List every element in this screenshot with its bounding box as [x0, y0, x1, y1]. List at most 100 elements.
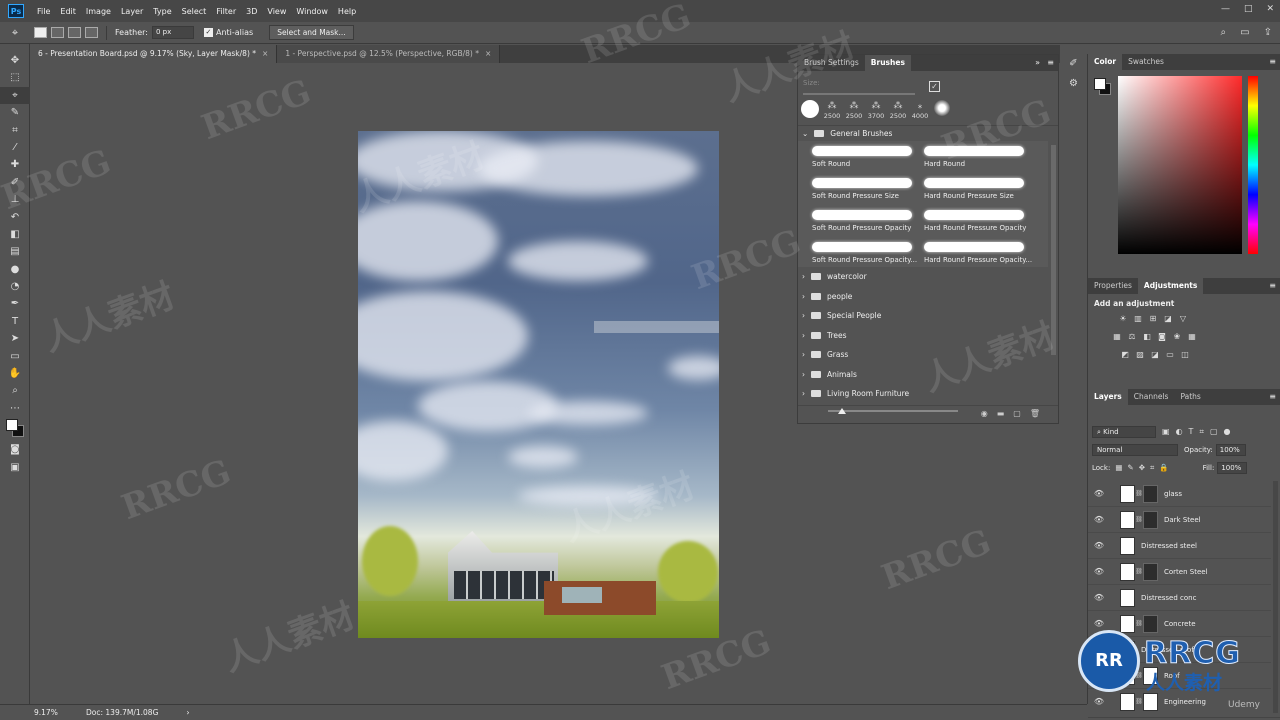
menu-file[interactable]: File — [32, 7, 55, 16]
tab-channels[interactable]: Channels — [1128, 389, 1175, 405]
layer-thumbnail[interactable] — [1120, 588, 1135, 607]
quick-select-tool-icon[interactable]: ✎ — [0, 104, 30, 121]
visibility-eye-icon[interactable]: 👁 — [1088, 593, 1110, 602]
preview-size-slider[interactable] — [828, 410, 958, 412]
color-lookup-icon[interactable]: ▦ — [1187, 332, 1197, 342]
color-swatches[interactable] — [0, 417, 30, 441]
brush-preset-soft-round-pressure-size[interactable]: Soft Round Pressure Size — [808, 173, 920, 203]
layer-row[interactable]: 👁 Distressed steel — [1088, 533, 1271, 559]
tab-brushes[interactable]: Brushes — [864, 55, 911, 71]
link-icon[interactable]: ⛓ — [1135, 490, 1143, 497]
menu-window[interactable]: Window — [291, 7, 333, 16]
brush-preset-hard-round-pressure-opacity-2[interactable]: Hard Round Pressure Opacity... — [920, 237, 1032, 267]
menu-filter[interactable]: Filter — [211, 7, 241, 16]
new-group-icon[interactable]: ▬ — [997, 409, 1005, 418]
link-icon[interactable]: ⛓ — [1135, 568, 1143, 575]
layers-scrollbar[interactable] — [1273, 481, 1278, 713]
recent-brush[interactable]: ⁂ 3700 — [866, 100, 886, 124]
recent-brush[interactable] — [800, 100, 820, 124]
curves-icon[interactable]: ⊞ — [1148, 314, 1158, 324]
link-icon[interactable]: ⛓ — [1135, 620, 1143, 627]
feather-input[interactable]: 0 px — [151, 26, 194, 39]
brush-folder-living-room-furniture[interactable]: › Living Room Furniture — [798, 384, 1048, 401]
menu-edit[interactable]: Edit — [55, 7, 81, 16]
maximize-button[interactable]: □ — [1244, 4, 1253, 14]
tab-close-icon[interactable]: × — [485, 49, 491, 58]
recent-brush[interactable] — [932, 100, 952, 124]
visibility-eye-icon[interactable]: 👁 — [1088, 489, 1110, 498]
layer-mask-thumbnail[interactable] — [1143, 562, 1158, 581]
tab-perspective[interactable]: 1 - Perspective.psd @ 12.5% (Perspective… — [277, 45, 501, 63]
layer-mask-thumbnail[interactable] — [1143, 614, 1158, 633]
trash-icon[interactable]: 🗑 — [1030, 409, 1040, 418]
brushes-scrollbar[interactable] — [1051, 145, 1056, 355]
preview-size-slider-knob[interactable] — [838, 408, 846, 414]
eraser-tool-icon[interactable]: ◧ — [0, 226, 30, 243]
layer-thumbnail[interactable] — [1120, 510, 1135, 529]
layer-thumbnail[interactable] — [1120, 562, 1135, 581]
status-menu-arrow[interactable]: › — [186, 708, 189, 717]
brush-folder-trees[interactable]: › Trees — [798, 326, 1048, 346]
exposure-icon[interactable]: ◪ — [1163, 314, 1173, 324]
history-brush-tool-icon[interactable]: ↶ — [0, 209, 30, 226]
visibility-eye-icon[interactable]: 👁 — [1088, 515, 1110, 524]
layer-thumbnail[interactable] — [1120, 614, 1135, 633]
layer-row[interactable]: 👁 ⛓ Dark Steel — [1088, 507, 1271, 533]
layer-thumbnail[interactable] — [1120, 536, 1135, 555]
gradient-tool-icon[interactable]: ▤ — [0, 243, 30, 260]
color-picker-field[interactable] — [1118, 76, 1242, 254]
brush-folder-special-people[interactable]: › Special People — [798, 306, 1048, 326]
layer-row[interactable]: 👁 ⛓ Corten Steel — [1088, 559, 1271, 585]
lasso-tool-icon[interactable]: ⌖ — [0, 86, 30, 105]
menu-image[interactable]: Image — [81, 7, 116, 16]
tab-properties[interactable]: Properties — [1088, 278, 1138, 294]
brush-preset-hard-round[interactable]: Hard Round — [920, 141, 1032, 171]
visibility-eye-icon[interactable]: 👁 — [1088, 567, 1110, 576]
visibility-eye-icon[interactable]: 👁 — [1088, 541, 1110, 550]
zoom-tool-icon[interactable]: ⌕ — [0, 382, 30, 399]
hand-tool-icon[interactable]: ✋ — [0, 365, 30, 382]
menu-select[interactable]: Select — [177, 7, 212, 16]
threshold-icon[interactable]: ◪ — [1150, 350, 1160, 360]
marquee-tool-icon[interactable]: ⬚ — [0, 69, 30, 86]
blur-tool-icon[interactable]: ● — [0, 261, 30, 278]
tab-swatches[interactable]: Swatches — [1122, 54, 1170, 70]
dodge-tool-icon[interactable]: ◔ — [0, 278, 30, 295]
brush-tool-icon[interactable]: ✐ — [0, 174, 30, 191]
layer-thumbnail[interactable] — [1120, 484, 1135, 503]
collapse-panel-icon[interactable]: » — [1035, 58, 1040, 67]
menu-help[interactable]: Help — [333, 7, 361, 16]
menu-type[interactable]: Type — [148, 7, 176, 16]
brush-preset-hard-round-pressure-size[interactable]: Hard Round Pressure Size — [920, 173, 1032, 203]
antialias-checkbox[interactable]: ✓ — [203, 28, 213, 37]
blend-mode-select[interactable]: Normal — [1092, 443, 1178, 456]
tab-paths[interactable]: Paths — [1174, 389, 1206, 405]
recent-brush[interactable]: ⁂ 2500 — [822, 100, 842, 124]
brush-folder-grass[interactable]: › Grass — [798, 345, 1048, 365]
document-canvas[interactable] — [358, 131, 719, 638]
brush-group-general[interactable]: ⌄ General Brushes — [798, 125, 1058, 141]
clone-stamp-tool-icon[interactable]: ⊥ — [0, 191, 30, 208]
screen-mode-icon[interactable]: ▣ — [0, 459, 30, 476]
panel-menu-icon[interactable]: ≡ — [1269, 57, 1276, 66]
layer-mask-thumbnail[interactable] — [1143, 484, 1158, 503]
tab-color[interactable]: Color — [1088, 54, 1123, 70]
recent-brush[interactable]: ⁂ 2500 — [844, 100, 864, 124]
recent-brush[interactable]: ⁂ 2500 — [888, 100, 908, 124]
brush-preset-soft-round-pressure-opacity-2[interactable]: Soft Round Pressure Opacity... — [808, 237, 920, 267]
path-selection-tool-icon[interactable]: ➤ — [0, 330, 30, 347]
layer-mask-thumbnail[interactable] — [1143, 510, 1158, 529]
eyedropper-tool-icon[interactable]: ⁄ — [0, 139, 30, 156]
brightness-icon[interactable]: ☀ — [1118, 314, 1128, 324]
brush-folder-watercolor[interactable]: › watercolor — [798, 267, 1048, 287]
recent-brush[interactable]: ⁎ 4000 — [910, 100, 930, 124]
opacity-input[interactable]: 100% — [1215, 443, 1246, 456]
tab-layers[interactable]: Layers — [1088, 389, 1128, 405]
search-icon[interactable]: ⌕ — [1221, 27, 1227, 38]
brush-preset-icon[interactable]: ✓ — [929, 81, 940, 92]
layer-row[interactable]: 👁 Distressed conc — [1088, 585, 1271, 611]
hue-saturation-icon[interactable]: ▦ — [1112, 332, 1122, 342]
new-selection-button[interactable] — [34, 27, 47, 38]
brush-folder-people[interactable]: › people — [798, 287, 1048, 307]
share-icon[interactable]: ⇪ — [1264, 27, 1272, 38]
